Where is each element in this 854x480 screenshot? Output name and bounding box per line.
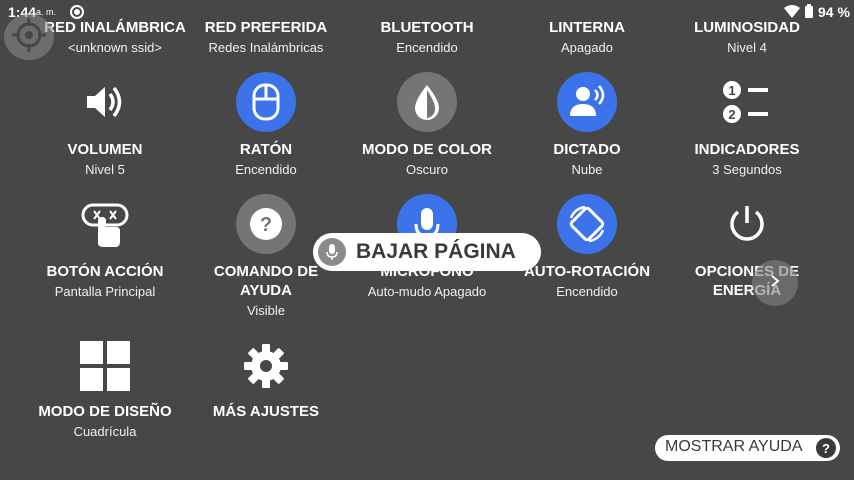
tile-label: LINTERNA [549, 19, 625, 36]
next-page-button[interactable] [752, 260, 798, 306]
mouse-icon [236, 72, 296, 132]
tile-label: LUMINOSIDAD [694, 19, 800, 36]
tile-value: Auto-mudo Apagado [367, 284, 487, 299]
tile-value: Cuadrícula [73, 424, 137, 439]
tile-value: 3 Segundos [712, 162, 782, 177]
tile-indicadores[interactable]: 12 INDICADORES 3 Segundos [667, 72, 827, 182]
mic-icon [318, 238, 346, 266]
toast-text: BAJAR PÁGINA [356, 240, 516, 263]
help-icon: ? [816, 438, 836, 458]
rotation-icon [557, 194, 617, 254]
tile-value: Visible [246, 303, 286, 318]
crosshair-icon [12, 17, 46, 57]
tile-value: Encendido [235, 162, 297, 177]
target-button[interactable] [4, 14, 54, 60]
voice-command-toast: BAJAR PÁGINA [313, 233, 541, 271]
tile-mas-ajustes[interactable]: MÁS AJUSTES [186, 336, 346, 436]
tile-value: Pantalla Principal [54, 284, 156, 299]
show-help-label: MOSTRAR AYUDA [665, 438, 803, 455]
chevron-right-icon [769, 274, 781, 293]
tile-label: MODO DE COLOR [362, 141, 492, 158]
tile-value: Encendido [396, 40, 458, 55]
tile-label: MÁS AJUSTES [212, 403, 320, 420]
power-icon [717, 194, 777, 254]
help-command-icon: ? [236, 194, 296, 254]
tile-value: Nube [571, 162, 603, 177]
color-mode-icon [397, 72, 457, 132]
volume-icon [75, 72, 135, 132]
tile-volumen[interactable]: VOLUMEN Nivel 5 [25, 72, 185, 182]
svg-text:1: 1 [728, 83, 735, 98]
tile-label: DICTADO [553, 141, 621, 158]
tile-value: Redes Inalámbricas [208, 40, 324, 55]
tile-modo-diseno[interactable]: MODO DE DISEÑO Cuadrícula [25, 336, 185, 446]
tile-label-line2: ENERGÍA [712, 282, 782, 299]
action-button-icon [75, 194, 135, 254]
tile-label: OPCIONES DE [694, 263, 800, 280]
tile-raton[interactable]: RATÓN Encendido [186, 72, 346, 182]
indicators-icon: 12 [717, 72, 777, 132]
tile-boton-accion[interactable]: BOTÓN ACCIÓN Pantalla Principal [25, 194, 185, 314]
grid-icon [75, 336, 135, 396]
tile-label: RED PREFERIDA [204, 19, 328, 36]
tile-label: BOTÓN ACCIÓN [46, 263, 164, 280]
tile-opciones-energia[interactable]: OPCIONES DE ENERGÍA [667, 194, 827, 314]
tile-label: INDICADORES [694, 141, 800, 158]
tile-label: RATÓN [239, 141, 293, 158]
dictation-icon [557, 72, 617, 132]
tile-dictado[interactable]: DICTADO Nube [507, 72, 667, 182]
gear-icon [236, 336, 296, 396]
tile-value: Encendido [556, 284, 618, 299]
tile-label: MODO DE DISEÑO [38, 403, 172, 420]
tile-modo-color[interactable]: MODO DE COLOR Oscuro [347, 72, 507, 182]
tile-value: Nivel 4 [727, 40, 767, 55]
tile-label: BLUETOOTH [380, 19, 474, 36]
tile-label: VOLUMEN [67, 141, 143, 158]
tile-value: Oscuro [406, 162, 448, 177]
svg-text:?: ? [260, 214, 272, 236]
tile-value: Nivel 5 [85, 162, 125, 177]
svg-text:2: 2 [728, 107, 735, 122]
tile-value: Apagado [560, 40, 614, 55]
tile-label-line2: AYUDA [240, 282, 292, 299]
show-help-button[interactable]: MOSTRAR AYUDA ? [655, 435, 840, 461]
